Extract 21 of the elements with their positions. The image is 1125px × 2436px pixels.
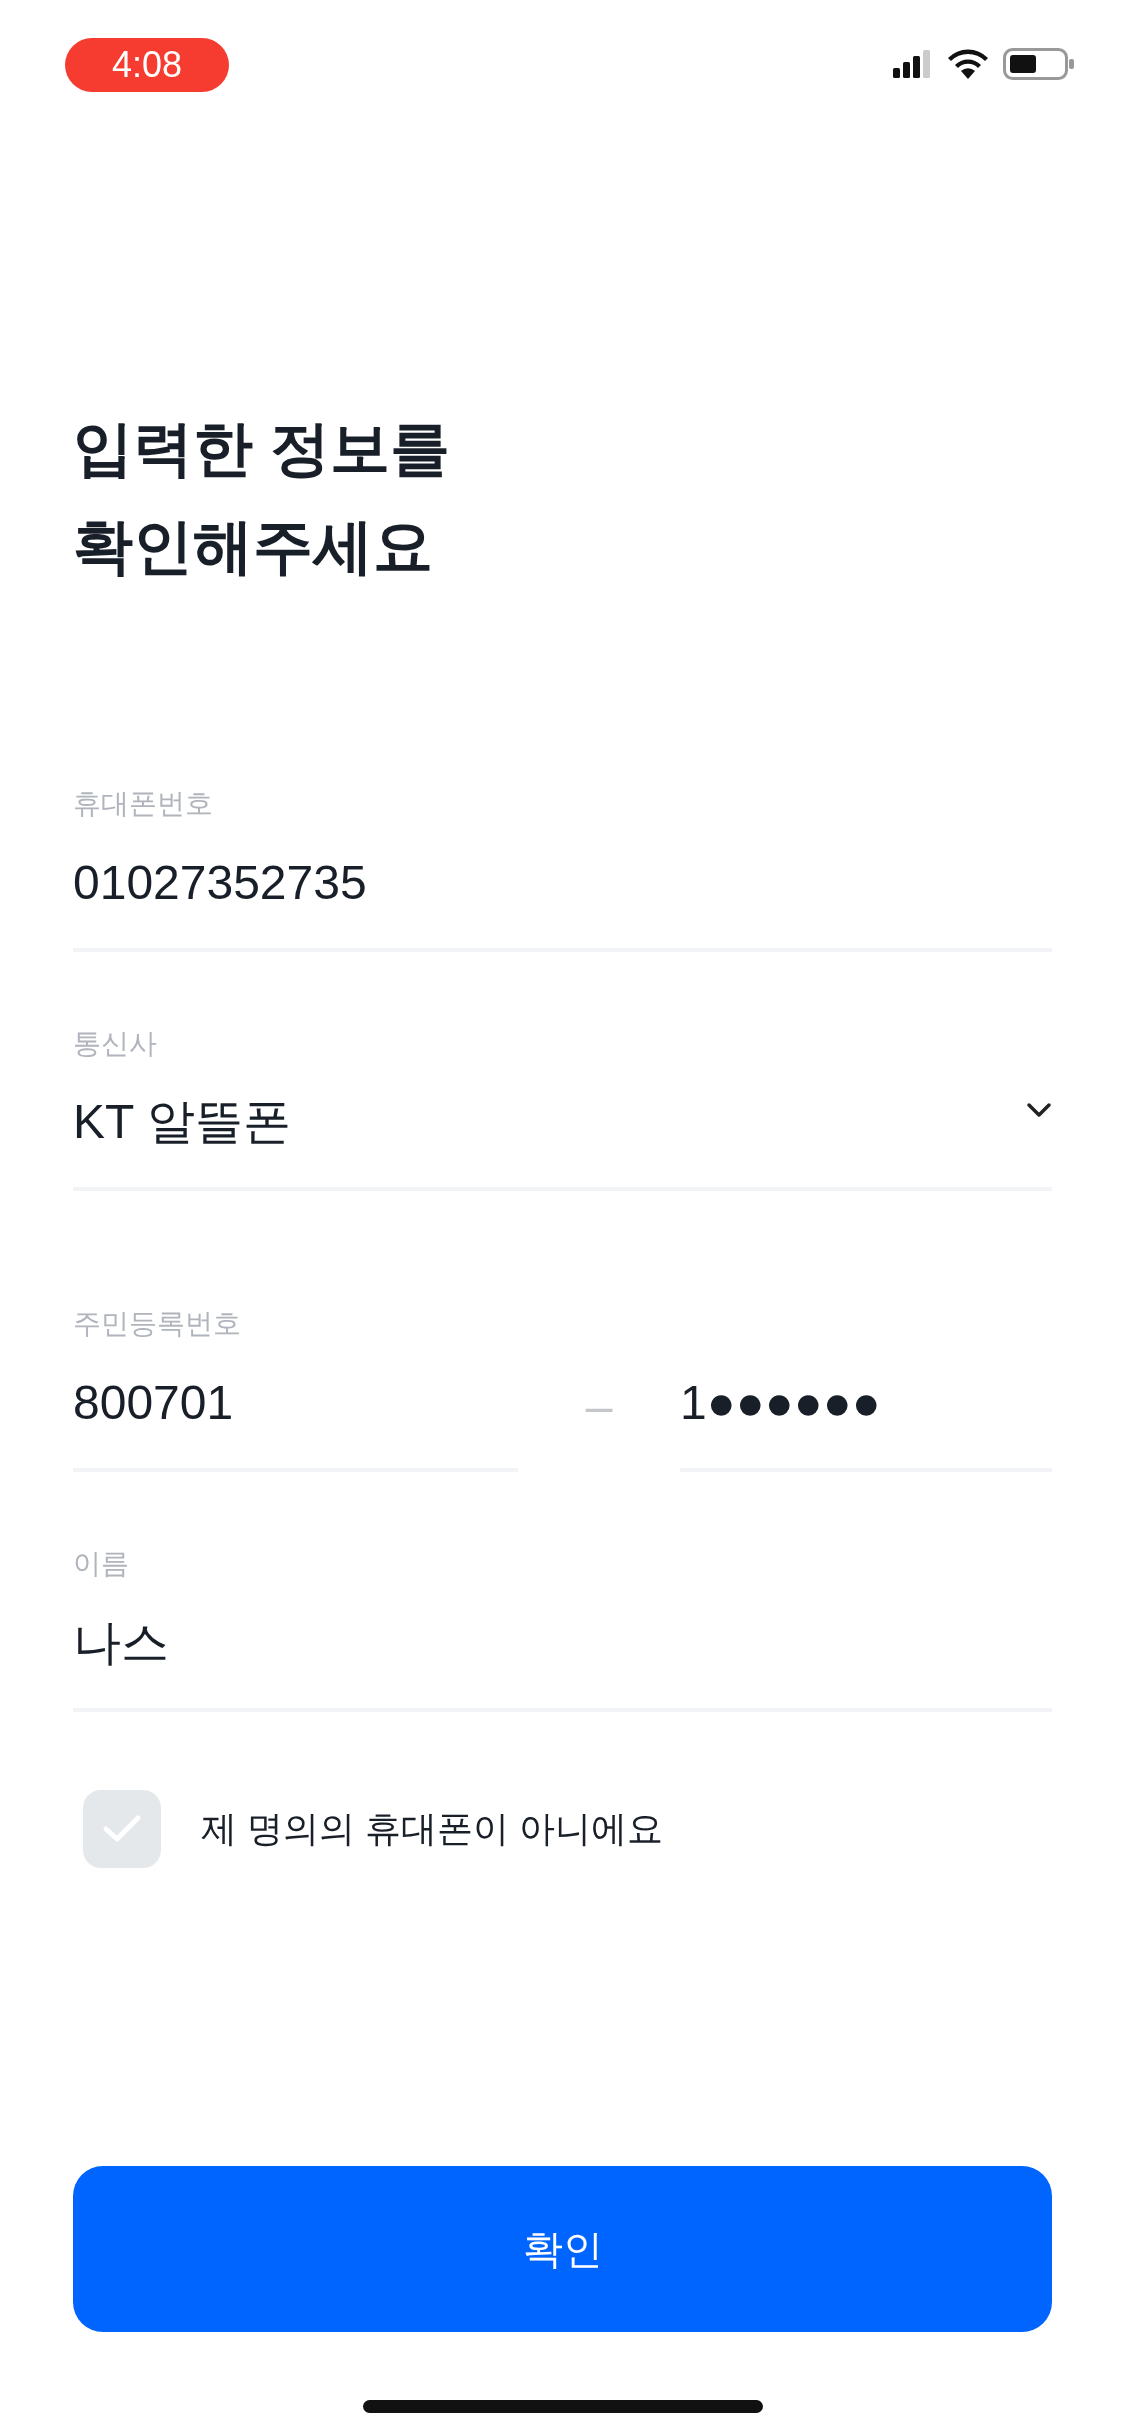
input-field[interactable]: 01027352735 — [73, 852, 1052, 948]
wifi-icon — [947, 49, 989, 79]
checkbox[interactable] — [83, 1790, 161, 1868]
status-time: 4:08 — [65, 38, 229, 92]
signal-icon — [893, 50, 933, 78]
input-field[interactable]: 나스 — [73, 1612, 1052, 1708]
title-text: 확인해주세요 — [73, 512, 434, 582]
carrier-select[interactable]: KT 알뜰폰 — [73, 1062, 1052, 1187]
battery-icon — [1003, 48, 1075, 80]
confirm-button[interactable]: 확인 — [73, 2166, 1052, 2332]
field-label: 통신사 — [73, 1027, 158, 1061]
field-label: 주민등록번호 — [73, 1307, 242, 1341]
check-icon — [102, 1814, 142, 1844]
field-label: 휴대폰번호 — [73, 787, 214, 821]
input-field[interactable]: 800701 — [73, 1372, 518, 1468]
title-text: 입력한 정보를 — [73, 414, 451, 484]
input-field[interactable]: 1●●●●●● — [680, 1372, 1052, 1468]
checkbox-label: 제 명의의 휴대폰이 아니에요 — [201, 1807, 663, 1851]
chevron-down-icon — [1026, 1101, 1052, 1118]
field-label: 이름 — [73, 1547, 130, 1581]
separator-dash: – — [584, 1379, 614, 1435]
